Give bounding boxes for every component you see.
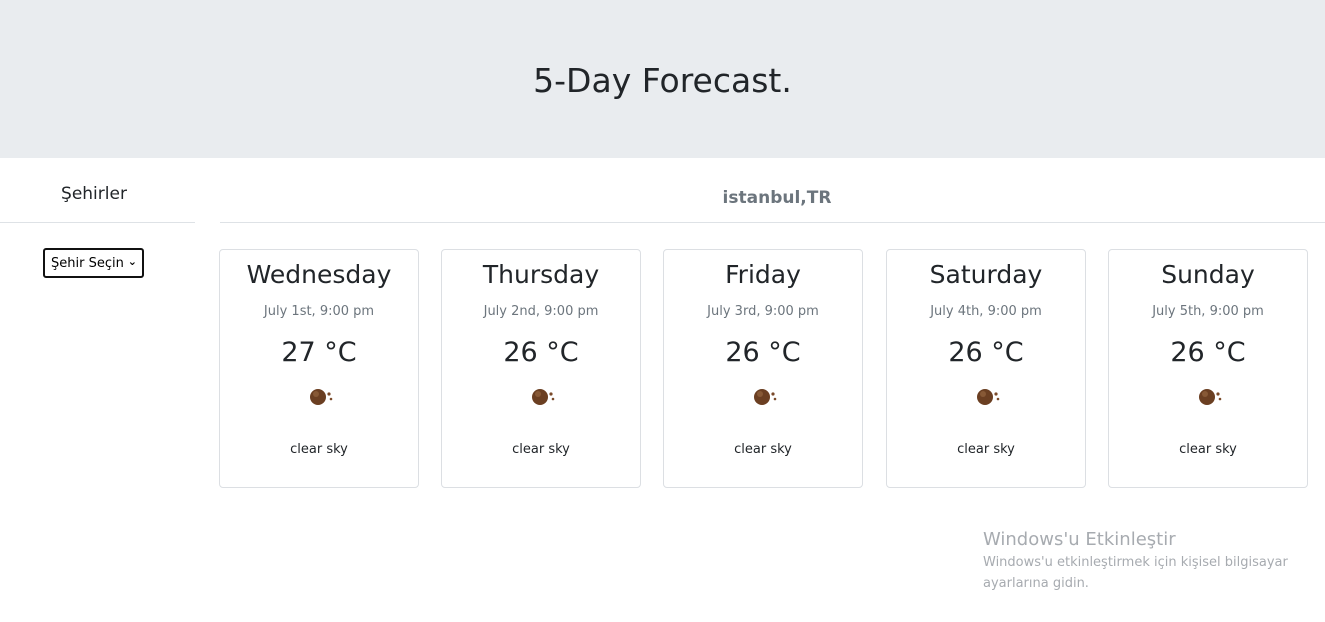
watermark-line-2: ayarlarına gidin. — [983, 576, 1089, 591]
city-select[interactable]: Şehir Seçin ⌄ — [43, 248, 144, 278]
forecast-card: Friday July 3rd, 9:00 pm 26 °C clear sky — [663, 249, 863, 488]
forecast-description: clear sky — [512, 442, 570, 457]
forecast-date: July 3rd, 9:00 pm — [707, 304, 819, 319]
forecast-card: Thursday July 2nd, 9:00 pm 26 °C clear s… — [441, 249, 641, 488]
forecast-description: clear sky — [734, 442, 792, 457]
clear-sky-icon — [754, 389, 777, 405]
forecast-day: Sunday — [1161, 260, 1255, 289]
forecast-temp: 27 °C — [281, 337, 357, 368]
clear-sky-icon — [977, 389, 1000, 405]
forecast-description: clear sky — [290, 442, 348, 457]
sidebar-divider — [0, 222, 195, 223]
clear-sky-icon — [310, 389, 333, 405]
sidebar-title: Şehirler — [61, 184, 127, 204]
forecast-card: Wednesday July 1st, 9:00 pm 27 °C clear … — [219, 249, 419, 488]
city-select-value: Şehir Seçin — [51, 255, 124, 271]
forecast-date: July 4th, 9:00 pm — [930, 304, 1042, 319]
watermark-line-1: Windows'u etkinleştirmek için kişisel bi… — [983, 555, 1288, 570]
page-header: 5-Day Forecast. — [0, 0, 1325, 158]
city-name: istanbul,TR — [722, 188, 832, 208]
forecast-description: clear sky — [1179, 442, 1237, 457]
windows-activation-watermark: Windows'u Etkinleştir Windows'u etkinleş… — [983, 528, 1313, 594]
forecast-date: July 1st, 9:00 pm — [263, 304, 375, 319]
forecast-temp: 26 °C — [503, 337, 579, 368]
forecast-day: Saturday — [929, 260, 1043, 289]
forecast-description: clear sky — [957, 442, 1015, 457]
forecast-divider — [220, 222, 1325, 223]
forecast-date: July 2nd, 9:00 pm — [483, 304, 599, 319]
forecast-card: Saturday July 4th, 9:00 pm 26 °C clear s… — [886, 249, 1086, 488]
forecast-temp: 26 °C — [948, 337, 1024, 368]
page-title: 5-Day Forecast. — [533, 61, 792, 100]
forecast-temp: 26 °C — [725, 337, 801, 368]
forecast-temp: 26 °C — [1170, 337, 1246, 368]
clear-sky-icon — [1199, 389, 1222, 405]
forecast-day: Friday — [725, 260, 801, 289]
forecast-date: July 5th, 9:00 pm — [1152, 304, 1264, 319]
forecast-card: Sunday July 5th, 9:00 pm 26 °C clear sky — [1108, 249, 1308, 488]
clear-sky-icon — [532, 389, 555, 405]
chevron-down-icon: ⌄ — [127, 255, 137, 268]
watermark-title: Windows'u Etkinleştir — [983, 529, 1176, 550]
forecast-day: Wednesday — [246, 260, 392, 289]
forecast-day: Thursday — [482, 260, 600, 289]
